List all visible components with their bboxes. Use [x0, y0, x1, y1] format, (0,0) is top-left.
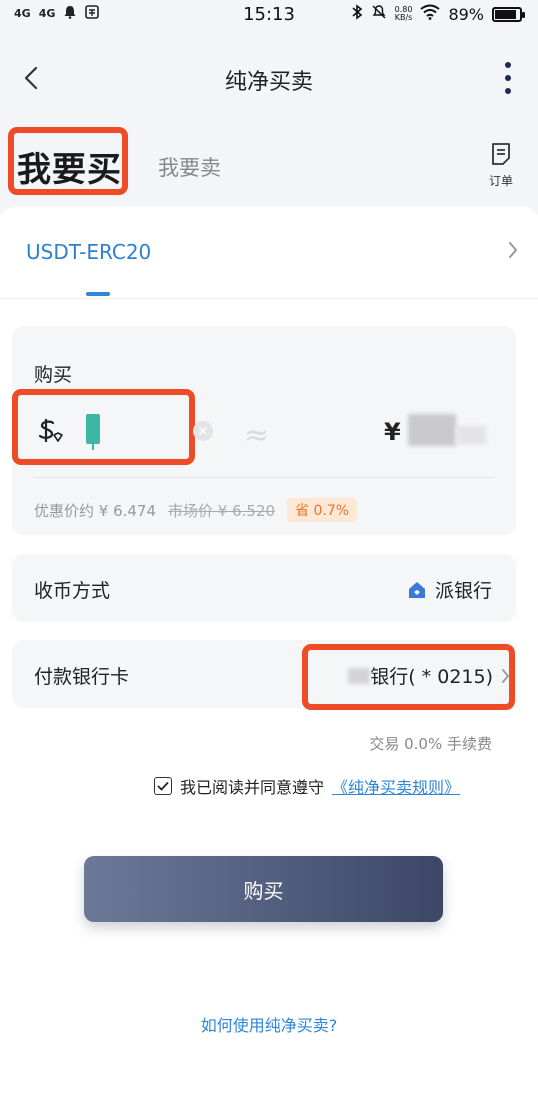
- coin-name[interactable]: USDT-ERC20: [26, 240, 151, 264]
- agreement-checkbox[interactable]: [154, 777, 172, 795]
- payment-card-label: 付款银行卡: [34, 666, 130, 688]
- speed-unit: KB/s: [394, 13, 413, 22]
- payment-card-value[interactable]: 银行( * 0215): [348, 662, 510, 689]
- fee-text: 交易 0.0% 手续费: [369, 735, 492, 753]
- battery-fill: [495, 9, 517, 19]
- buy-label: 购买: [34, 364, 73, 386]
- redacted-amount: [408, 414, 456, 446]
- clear-icon[interactable]: ×: [193, 421, 213, 441]
- battery-percent: 89%: [448, 4, 484, 24]
- payment-card-text: 银行( * 0215): [370, 666, 493, 688]
- wifi-icon: [420, 4, 441, 24]
- status-right: 0.80 KB/s 89%: [351, 4, 525, 24]
- redacted-bank-name: [348, 667, 371, 684]
- orders-button[interactable]: 订单: [486, 142, 516, 189]
- rules-link[interactable]: 《纯净买卖规则》: [332, 774, 460, 798]
- mute-icon: [371, 4, 387, 24]
- network-speed: 0.80 KB/s: [395, 6, 413, 22]
- more-dot-icon: [505, 88, 511, 94]
- market-price: 市场价 ¥ 6.520: [168, 501, 276, 520]
- orders-icon: [492, 143, 510, 165]
- amount-input[interactable]: [86, 414, 100, 450]
- bluetooth-icon: [351, 4, 363, 24]
- dollar-icon: [36, 416, 64, 446]
- help-link[interactable]: 如何使用纯净买卖?: [0, 1012, 538, 1036]
- receive-method-label: 收币方式: [34, 580, 111, 602]
- yen-symbol: ¥: [384, 418, 401, 446]
- orders-label: 订单: [488, 174, 513, 188]
- approx-icon: ≈: [244, 418, 270, 453]
- discount-price: 优惠价约 ¥ 6.474: [34, 501, 157, 520]
- more-dot-icon: [505, 62, 511, 68]
- page-title: 纯净买卖: [224, 70, 313, 95]
- checkmark-icon: [157, 781, 169, 791]
- tab-sell[interactable]: 我要卖: [158, 152, 221, 182]
- bank-house-icon: [408, 581, 425, 598]
- agreement-row: 我已阅读并同意遵守 《纯净买卖规则》: [154, 774, 460, 798]
- status-bar: 4G 4G 15:13 0.80 KB/s 89%: [0, 0, 538, 30]
- coin-tab-indicator: [86, 292, 110, 296]
- receive-method-value[interactable]: 派银行: [407, 576, 492, 603]
- chevron-right-icon[interactable]: [508, 240, 518, 264]
- price-row: 优惠价约 ¥ 6.474 市场价 ¥ 6.520 省 0.7%: [34, 498, 358, 522]
- divider: [34, 477, 494, 478]
- receive-method-text: 派银行: [434, 580, 492, 602]
- agreement-text: 我已阅读并同意遵守: [180, 778, 325, 797]
- more-dot-icon: [505, 75, 511, 81]
- chevron-right-icon: [502, 668, 509, 683]
- save-badge: 省 0.7%: [287, 498, 358, 522]
- more-menu-button[interactable]: [500, 62, 516, 94]
- redacted-amount-tail: [456, 426, 486, 444]
- tab-buy[interactable]: 我要买: [17, 142, 122, 191]
- battery-icon: [492, 6, 525, 22]
- buy-button[interactable]: 购买: [84, 856, 443, 922]
